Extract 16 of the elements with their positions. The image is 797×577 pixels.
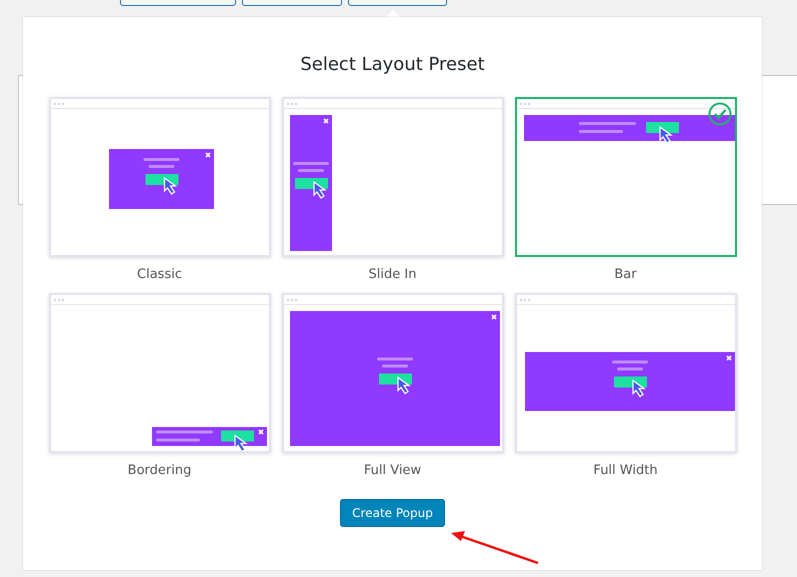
dialog-title: Select Layout Preset bbox=[300, 53, 485, 77]
preset-label: Full Width bbox=[593, 462, 658, 480]
preset-card[interactable] bbox=[514, 97, 736, 257]
window-dots-icon bbox=[286, 102, 297, 106]
window-dots-icon bbox=[519, 298, 530, 302]
create-popup-button[interactable]: Create Popup bbox=[340, 499, 445, 527]
preset-label: Slide In bbox=[368, 266, 416, 284]
window-dots-icon bbox=[519, 102, 530, 106]
preset-label: Full View bbox=[364, 462, 422, 480]
check-icon bbox=[708, 102, 732, 126]
preset-label: Classic bbox=[137, 266, 182, 284]
preset-label: Bordering bbox=[128, 462, 192, 480]
window-dots-icon bbox=[286, 298, 297, 302]
window-dots-icon bbox=[53, 102, 64, 106]
preset-label: Bar bbox=[614, 266, 637, 284]
window-dots-icon bbox=[53, 298, 64, 302]
